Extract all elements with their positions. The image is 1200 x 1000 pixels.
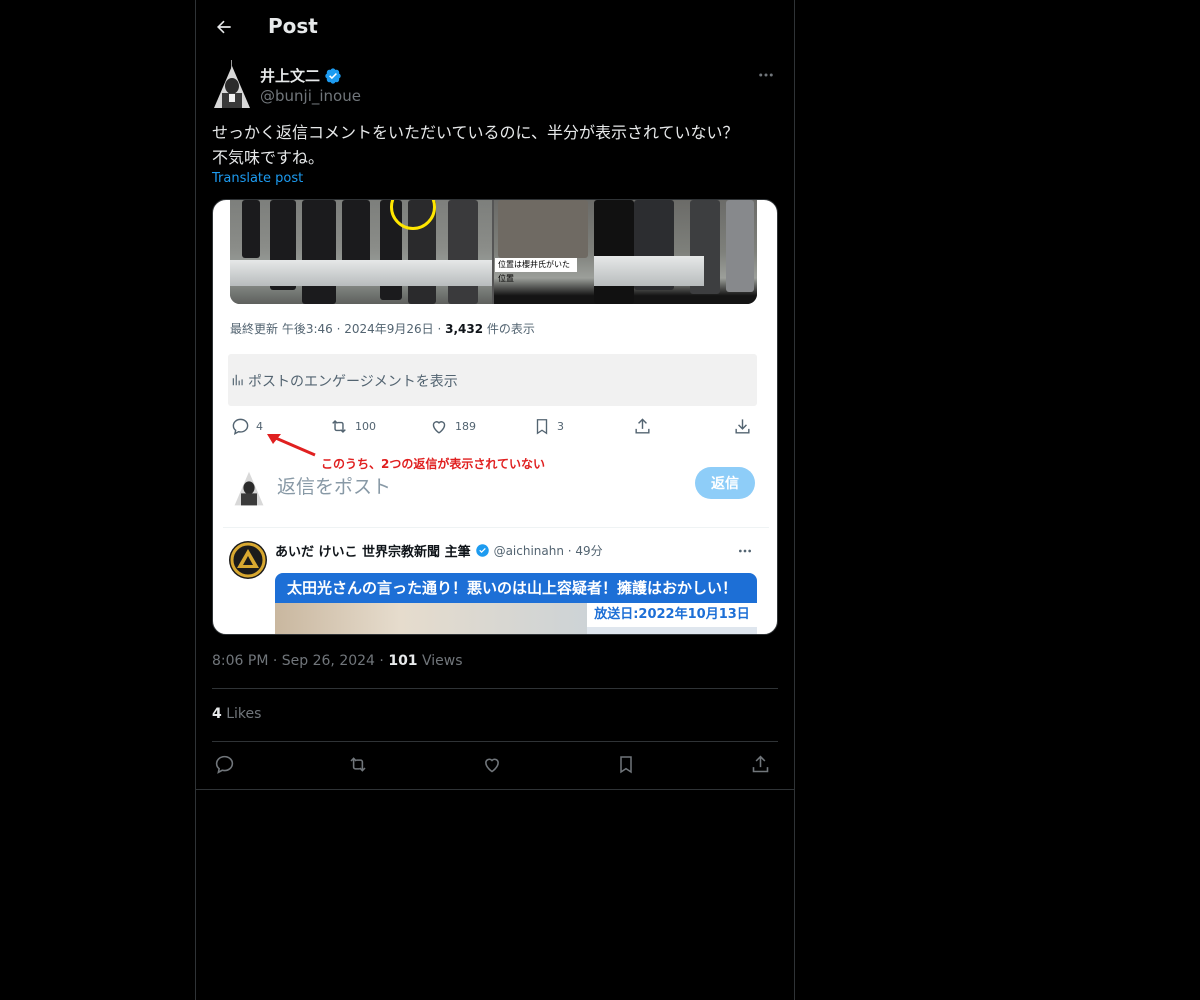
heart-icon <box>485 758 499 772</box>
post-time[interactable]: 8:06 PM <box>212 653 268 669</box>
heart-icon <box>432 421 446 434</box>
like-button[interactable] <box>480 752 504 776</box>
embedded-like-action: 189 <box>429 417 476 436</box>
author-name-row: 井上文二 <box>260 65 342 86</box>
repost-icon <box>332 419 346 434</box>
embedded-meta-prefix: 最終更新 午後3:46 · 2024年9月26日 · <box>230 322 446 336</box>
reply-button[interactable] <box>212 752 236 776</box>
annotation-arrow-icon <box>267 434 316 457</box>
likes-summary[interactable]: 4 Likes <box>212 706 261 722</box>
post-author: 井上文二 @bunji_inoue <box>212 60 778 110</box>
divider <box>223 527 769 528</box>
composer-avatar <box>232 467 266 507</box>
post-column: Post 井上文二 @bunji_inoue せっかく返信コメントをいただいてい… <box>195 0 795 1000</box>
likes-count: 4 <box>212 706 222 722</box>
reply-author-handle: @aichinahn · 49分 <box>493 544 603 558</box>
embedded-reply-action: 4 <box>231 417 263 436</box>
embedded-share-action <box>633 417 652 436</box>
reply-placeholder: 返信をポスト <box>277 476 392 498</box>
post-header: Post <box>196 0 794 54</box>
reply-banner-title: 太田光さんの言った通り！悪いのは山上容疑者！擁護はおかしい！ <box>275 573 757 603</box>
embedded-reply-button: 返信 <box>695 467 755 499</box>
reply-media: 太田光さんの言った通り！悪いのは山上容疑者！擁護はおかしい！ 放送日:2022年… <box>275 573 757 634</box>
reply-banner-image <box>275 603 587 634</box>
author-name[interactable]: 井上文二 <box>260 65 320 86</box>
bookmark-button[interactable] <box>614 752 638 776</box>
divider <box>212 688 778 689</box>
share-icon <box>635 418 650 434</box>
analytics-icon <box>232 374 243 386</box>
embedded-views-count: 3,432 <box>445 322 484 336</box>
photo-right <box>494 200 757 304</box>
embedded-download-action <box>733 417 752 436</box>
share-icon <box>752 755 768 772</box>
views-label: Views <box>422 653 463 669</box>
reply-icon <box>215 755 233 774</box>
embedded-bookmark-action: 3 <box>533 417 564 436</box>
likes-label: Likes <box>226 706 262 722</box>
post-media-image[interactable]: 位置は櫻井氏がいた位置 最終更新 午後3:46 · 2024年9月26日 · 3… <box>212 199 778 635</box>
embedded-photo: 位置は櫻井氏がいた位置 <box>230 200 757 304</box>
reply-icon <box>232 418 249 435</box>
arrow-left-icon <box>217 20 231 34</box>
back-button[interactable] <box>210 13 238 41</box>
embedded-like-count: 189 <box>455 420 476 433</box>
embedded-repost-action: 100 <box>329 417 376 436</box>
embedded-meta: 最終更新 午後3:46 · 2024年9月26日 · 3,432 件の表示 <box>230 320 535 337</box>
post-date[interactable]: Sep 26, 2024 <box>282 653 375 669</box>
reply-avatar <box>229 541 267 579</box>
separator-dot: · <box>272 653 282 669</box>
verified-badge-icon <box>475 544 489 557</box>
translate-post-link[interactable]: Translate post <box>212 171 303 186</box>
share-button[interactable] <box>748 752 772 776</box>
reply-banner-date: 放送日:2022年10月13日 <box>587 603 757 627</box>
embedded-bookmark-count: 3 <box>557 420 564 433</box>
engagement-bar: ポストのエンゲージメントを表示 <box>228 354 757 406</box>
embedded-reply-composer: 返信をポスト 返信 <box>230 462 757 512</box>
reply-author-name: あいだ けいこ 世界宗教新聞 主筆 <box>275 545 471 560</box>
photo-caption: 位置は櫻井氏がいた位置 <box>495 258 577 283</box>
post-timestamp: 8:06 PM · Sep 26, 2024 · 101 Views <box>212 653 463 669</box>
download-icon <box>735 419 750 434</box>
more-options-button[interactable] <box>754 64 778 86</box>
divider <box>196 789 794 790</box>
views-count: 101 <box>388 653 418 669</box>
verified-badge-icon <box>325 67 341 84</box>
post-text-line: せっかく返信コメントをいただいているのに、半分が表示されていない？ <box>212 123 739 142</box>
post-text-line: 不気味ですね。 <box>212 148 325 167</box>
photo-left <box>230 200 492 304</box>
reply-header: あいだ けいこ 世界宗教新聞 主筆 @aichinahn · 49分 <box>275 541 603 560</box>
more-icon <box>759 73 773 77</box>
bookmark-icon <box>536 419 548 435</box>
embedded-reply-count: 4 <box>256 420 263 433</box>
more-icon <box>739 549 751 553</box>
post-text: せっかく返信コメントをいただいているのに、半分が表示されていない？ 不気味ですね… <box>212 120 778 170</box>
engagement-label: ポストのエンゲージメントを表示 <box>248 374 458 390</box>
author-handle[interactable]: @bunji_inoue <box>260 87 361 105</box>
embedded-repost-count: 100 <box>355 420 376 433</box>
author-avatar[interactable] <box>212 60 252 110</box>
embedded-views-suffix: 件の表示 <box>483 322 535 336</box>
separator-dot: · <box>379 653 389 669</box>
repost-button[interactable] <box>346 752 370 776</box>
repost-icon <box>350 756 366 772</box>
bookmark-icon <box>620 755 632 773</box>
divider <box>212 741 778 742</box>
post-actions <box>212 752 778 778</box>
page-title: Post <box>268 14 318 38</box>
